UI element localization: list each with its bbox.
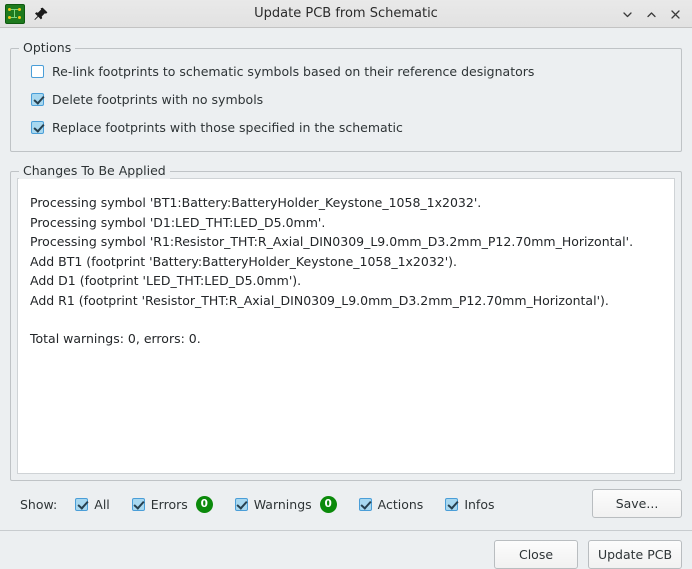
log-line: Add D1 (footprint 'LED_THT:LED_D5.0mm'). — [30, 273, 302, 288]
warnings-count-badge: 0 — [319, 495, 337, 513]
maximize-button[interactable] — [640, 3, 662, 25]
pin-icon[interactable] — [33, 6, 49, 22]
changes-group-label: Changes To Be Applied — [19, 163, 170, 179]
show-filter-row: Show: All Errors 0 Warnings 0 Actions In… — [10, 487, 682, 521]
option-replace-footprints[interactable]: Replace footprints with those specified … — [21, 113, 671, 141]
delete-footprints-label: Delete footprints with no symbols — [52, 91, 264, 107]
pcb-board-icon — [5, 3, 25, 24]
log-line: Add R1 (footprint 'Resistor_THT:R_Axial_… — [30, 292, 609, 308]
footer-button-row: Close Update PCB — [0, 531, 692, 569]
title-bar: Update PCB from Schematic — [0, 0, 692, 28]
changes-log-panel[interactable]: Processing symbol 'BT1:Battery:BatteryHo… — [17, 178, 675, 474]
options-group-label: Options — [19, 40, 76, 56]
filter-infos[interactable]: Infos — [445, 496, 495, 512]
changes-group: Changes To Be Applied Processing symbol … — [10, 163, 682, 481]
replace-footprints-label: Replace footprints with those specified … — [52, 119, 403, 135]
filter-all-label: All — [94, 496, 110, 512]
log-line: Add BT1 (footprint 'Battery:BatteryHolde… — [30, 253, 458, 269]
filter-errors-label: Errors — [150, 496, 188, 512]
window-title: Update PCB from Schematic — [254, 5, 438, 21]
log-line: Processing symbol 'D1:LED_THT:LED_D5.0mm… — [30, 214, 326, 230]
title-bar-left-icons — [0, 3, 49, 24]
log-line: Processing symbol 'R1:Resistor_THT:R_Axi… — [30, 234, 634, 249]
filter-warnings-checkbox[interactable] — [234, 497, 248, 511]
log-summary-line: Total warnings: 0, errors: 0. — [30, 331, 201, 346]
close-window-button[interactable] — [664, 3, 686, 25]
filter-actions-checkbox[interactable] — [358, 497, 372, 511]
update-pcb-button[interactable]: Update PCB — [588, 540, 682, 569]
log-line: Processing symbol 'BT1:Battery:BatteryHo… — [30, 195, 482, 210]
filter-actions-label: Actions — [377, 496, 424, 512]
minimize-button[interactable] — [616, 3, 638, 25]
options-group: Options Re-link footprints to schematic … — [10, 40, 682, 152]
show-label: Show: — [20, 496, 58, 512]
option-relink-footprints[interactable]: Re-link footprints to schematic symbols … — [21, 57, 671, 85]
errors-count-badge: 0 — [195, 495, 213, 513]
filter-all-checkbox[interactable] — [75, 497, 89, 511]
log-line-blank — [30, 310, 662, 329]
dialog-body: Options Re-link footprints to schematic … — [0, 40, 692, 521]
window-controls — [616, 0, 686, 28]
filter-errors[interactable]: Errors 0 — [131, 495, 213, 513]
filter-all[interactable]: All — [75, 497, 110, 512]
delete-footprints-checkbox[interactable] — [31, 92, 44, 106]
close-button[interactable]: Close — [494, 540, 578, 569]
relink-footprints-checkbox[interactable] — [31, 64, 44, 78]
filter-warnings-label: Warnings — [253, 496, 312, 512]
filter-infos-checkbox[interactable] — [445, 497, 459, 511]
replace-footprints-checkbox[interactable] — [31, 120, 44, 134]
filter-warnings[interactable]: Warnings 0 — [234, 495, 337, 513]
relink-footprints-label: Re-link footprints to schematic symbols … — [52, 63, 535, 79]
filter-infos-label: Infos — [464, 496, 495, 512]
save-button[interactable]: Save... — [592, 489, 682, 518]
option-delete-footprints[interactable]: Delete footprints with no symbols — [21, 85, 671, 113]
filter-actions[interactable]: Actions — [358, 496, 424, 512]
filter-errors-checkbox[interactable] — [131, 497, 145, 511]
